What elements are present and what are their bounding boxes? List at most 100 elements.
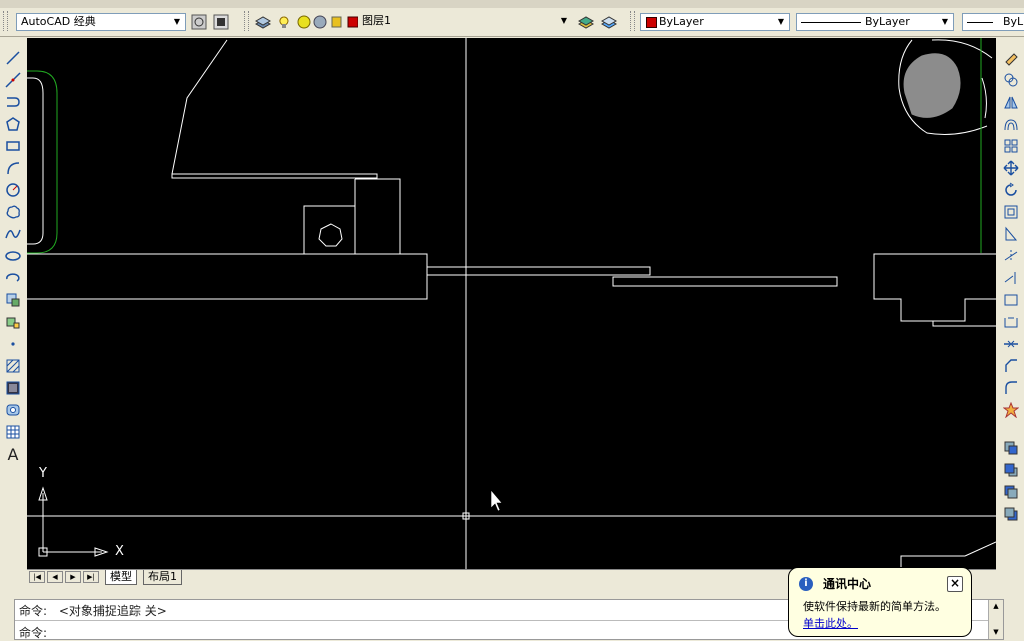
top-bar (171, 173, 378, 179)
command-prompt: 命令: (19, 626, 48, 640)
trim-icon[interactable] (1001, 246, 1021, 266)
table-icon[interactable] (3, 422, 23, 442)
draworder-above-icon[interactable] (1001, 482, 1021, 502)
arc-icon[interactable] (3, 158, 23, 178)
command-input-line[interactable]: 命令: (19, 624, 47, 641)
rotate-icon[interactable] (1001, 180, 1021, 200)
small-polygon-circle (318, 223, 343, 247)
chevron-down-icon: ▼ (777, 17, 785, 26)
layer-manager-icon[interactable] (254, 13, 272, 31)
make-object-layer-current-icon[interactable] (577, 13, 595, 31)
circle-icon[interactable] (3, 180, 23, 200)
info-icon: i (799, 577, 813, 591)
region-icon[interactable] (3, 400, 23, 420)
gradient-icon[interactable] (3, 378, 23, 398)
cad-geometry (27, 38, 996, 569)
construction-line-icon[interactable] (3, 70, 23, 90)
rectangle-icon[interactable] (3, 136, 23, 156)
draw-toolbar: A (0, 38, 26, 568)
revision-cloud-icon[interactable] (3, 202, 23, 222)
line-icon[interactable] (3, 48, 23, 68)
prev-tab-button[interactable]: ◀ (47, 571, 63, 583)
command-prompt: 命令: (19, 604, 48, 618)
green-rounded-outline (27, 70, 58, 254)
ellipse-icon[interactable] (3, 246, 23, 266)
lineweight-select[interactable]: ByL (962, 13, 1024, 31)
modify-toolbar (998, 38, 1024, 568)
ucs-y-label: Y (39, 466, 47, 481)
insert-block-icon[interactable] (3, 290, 23, 310)
close-icon[interactable]: × (947, 576, 963, 592)
scroll-down-icon[interactable]: ▼ (989, 626, 1003, 638)
workspace-value: AutoCAD 经典 (21, 15, 96, 28)
layer-select[interactable]: 图层1 ▼ (358, 13, 572, 31)
lineweight-preview (967, 22, 993, 23)
fillet-icon[interactable] (1001, 378, 1021, 398)
linetype-select[interactable]: ByLayer ▼ (796, 13, 954, 31)
step-vertical (355, 178, 401, 254)
copy-icon[interactable] (1001, 70, 1021, 90)
multiline-text-icon[interactable]: A (3, 444, 23, 464)
scroll-up-icon[interactable]: ▲ (989, 600, 1003, 612)
point-icon[interactable] (3, 334, 23, 354)
small-box (303, 205, 356, 255)
draworder-under-icon[interactable] (1001, 504, 1021, 524)
command-history-text: <对象捕捉追踪 关> (58, 604, 167, 618)
layer-previous-icon[interactable] (600, 13, 618, 31)
toolbar-grip[interactable] (630, 11, 635, 31)
drawing-canvas[interactable]: Y X (27, 38, 996, 569)
toolbar-grip[interactable] (3, 11, 8, 31)
color-select[interactable]: ByLayer ▼ (640, 13, 790, 31)
chamfer-icon[interactable] (1001, 356, 1021, 376)
angled-outline (171, 39, 228, 175)
communication-center-balloon: i 通讯中心 × 使软件保持最新的简单方法。 单击此处。 (788, 567, 972, 637)
layer-name: 图层1 (362, 14, 391, 27)
toolbar-lock-icon[interactable] (212, 13, 230, 31)
polyline-icon[interactable] (3, 92, 23, 112)
move-icon[interactable] (1001, 158, 1021, 178)
workspace-select[interactable]: AutoCAD 经典 ▼ (16, 13, 186, 31)
first-tab-button[interactable]: |◀ (29, 571, 45, 583)
break-at-point-icon[interactable] (1001, 290, 1021, 310)
tab-model[interactable]: 模型 (105, 570, 137, 585)
polygon-icon[interactable] (3, 114, 23, 134)
layer-control[interactable]: 图层1 ▼ (276, 12, 572, 32)
balloon-link[interactable]: 单击此处。 (803, 615, 858, 631)
stretch-icon[interactable] (1001, 224, 1021, 244)
draworder-front-icon[interactable] (1001, 438, 1021, 458)
join-icon[interactable] (1001, 334, 1021, 354)
scale-icon[interactable] (1001, 202, 1021, 222)
mirror-icon[interactable] (1001, 92, 1021, 112)
erase-icon[interactable] (1001, 48, 1021, 68)
hatch-icon[interactable] (3, 356, 23, 376)
long-bar-1 (426, 266, 651, 276)
linetype-preview (801, 22, 861, 23)
next-tab-button[interactable]: ▶ (65, 571, 81, 583)
draworder-back-icon[interactable] (1001, 460, 1021, 480)
make-block-icon[interactable] (3, 312, 23, 332)
chevron-down-icon: ▼ (173, 17, 181, 26)
balloon-message: 使软件保持最新的简单方法。 (803, 600, 946, 613)
long-bar-2 (612, 276, 838, 287)
tab-layout1[interactable]: 布局1 (143, 570, 182, 585)
extend-icon[interactable] (1001, 268, 1021, 288)
right-profile (873, 253, 996, 322)
step-profile (27, 253, 428, 300)
last-tab-button[interactable]: ▶| (83, 571, 99, 583)
chevron-down-icon: ▼ (560, 16, 568, 25)
lineweight-value: ByL (1003, 15, 1024, 28)
ellipse-arc-icon[interactable] (3, 268, 23, 288)
workspace-settings-icon[interactable] (190, 13, 208, 31)
right-profile-inner (932, 321, 996, 327)
color-swatch (646, 17, 657, 28)
balloon-title: 通讯中心 (823, 577, 872, 591)
offset-icon[interactable] (1001, 114, 1021, 134)
command-scrollbar[interactable]: ▲ ▼ (988, 600, 1003, 639)
mouse-cursor (490, 489, 503, 512)
spline-icon[interactable] (3, 224, 23, 244)
explode-icon[interactable] (1001, 400, 1021, 420)
toolbar-grip[interactable] (244, 11, 249, 31)
layer-state-icons (279, 15, 358, 29)
array-icon[interactable] (1001, 136, 1021, 156)
break-icon[interactable] (1001, 312, 1021, 332)
